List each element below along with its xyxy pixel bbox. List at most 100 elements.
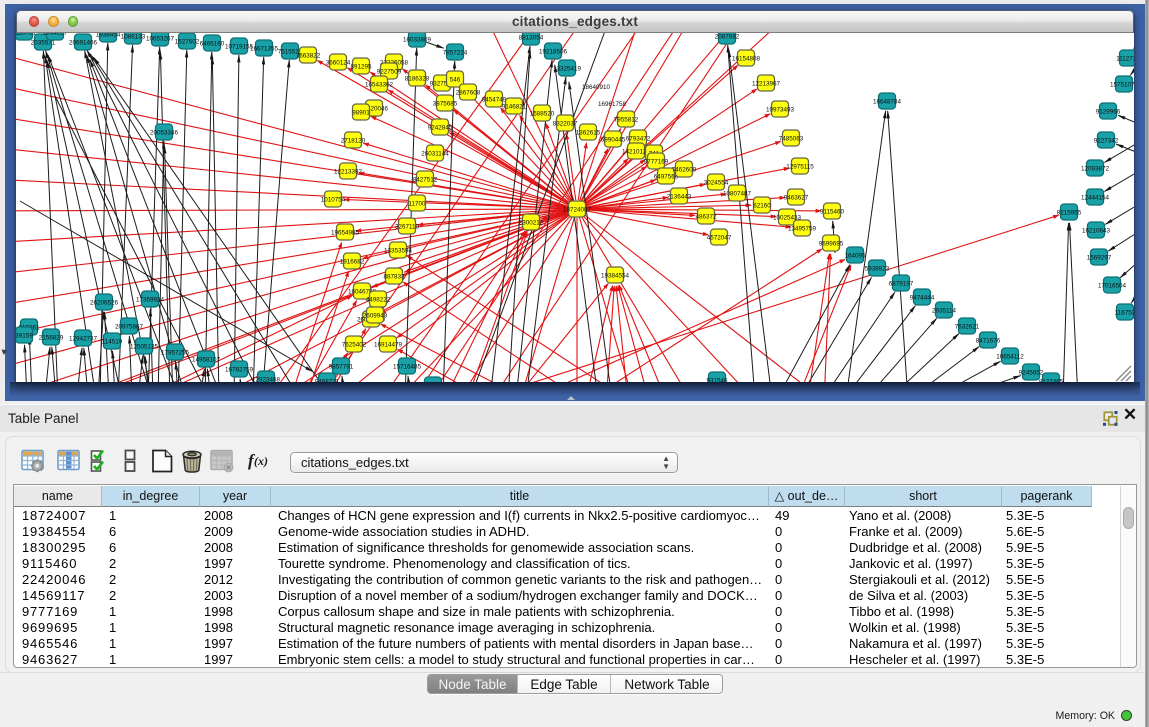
svg-text:26031144: 26031144 bbox=[421, 150, 449, 157]
svg-text:887833: 887833 bbox=[383, 273, 405, 280]
svg-text:26206526: 26206526 bbox=[90, 299, 119, 306]
svg-text:7462609: 7462609 bbox=[672, 166, 697, 173]
svg-text:18640910: 18640910 bbox=[582, 84, 611, 91]
svg-text:2136443: 2136443 bbox=[667, 193, 692, 200]
svg-text:7955812: 7955812 bbox=[614, 116, 639, 123]
svg-text:12444154: 12444154 bbox=[1081, 194, 1110, 201]
svg-text:114519: 114519 bbox=[102, 338, 123, 345]
svg-text:891295: 891295 bbox=[350, 63, 372, 70]
svg-text:1362615: 1362615 bbox=[576, 129, 601, 136]
svg-text:546: 546 bbox=[450, 76, 461, 83]
svg-text:39159: 39159 bbox=[16, 332, 33, 339]
svg-text:16154808: 16154808 bbox=[732, 55, 761, 62]
svg-text:20053346: 20053346 bbox=[150, 129, 179, 136]
svg-text:2609948: 2609948 bbox=[363, 312, 388, 319]
svg-text:2113731: 2113731 bbox=[16, 33, 37, 36]
svg-text:3024554: 3024554 bbox=[704, 179, 729, 186]
svg-text:6879197: 6879197 bbox=[889, 280, 914, 287]
svg-text:12975115: 12975115 bbox=[786, 163, 814, 170]
svg-text:9474444: 9474444 bbox=[910, 294, 935, 301]
svg-text:9857791: 9857791 bbox=[329, 363, 354, 370]
svg-text:17359924: 17359924 bbox=[136, 296, 165, 303]
svg-text:11700: 11700 bbox=[408, 200, 426, 207]
svg-text:1527602: 1527602 bbox=[175, 38, 200, 45]
svg-text:20975867: 20975867 bbox=[115, 323, 144, 330]
svg-text:1588520: 1588520 bbox=[530, 110, 555, 117]
svg-text:2087682: 2087682 bbox=[715, 33, 740, 40]
svg-text:9227342: 9227342 bbox=[1094, 137, 1119, 144]
svg-text:4572047: 4572047 bbox=[707, 234, 732, 241]
svg-text:3875685: 3875685 bbox=[433, 100, 458, 107]
svg-text:8215955: 8215955 bbox=[1057, 209, 1082, 216]
svg-text:16033809: 16033809 bbox=[403, 36, 432, 43]
svg-text:13495759: 13495759 bbox=[788, 225, 817, 232]
svg-text:9245652: 9245652 bbox=[1019, 369, 1044, 376]
svg-text:9242845: 9242845 bbox=[428, 124, 453, 131]
svg-text:98901: 98901 bbox=[352, 109, 370, 116]
svg-text:1112737: 1112737 bbox=[1116, 55, 1134, 62]
svg-text:10807487: 10807487 bbox=[723, 190, 752, 197]
svg-text:19218506: 19218506 bbox=[539, 48, 568, 55]
svg-text:7857224: 7857224 bbox=[443, 49, 468, 56]
svg-text:6466160: 6466160 bbox=[200, 40, 225, 47]
svg-text:8471676: 8471676 bbox=[976, 337, 1001, 344]
svg-text:16782759: 16782759 bbox=[225, 366, 254, 373]
svg-text:6793472: 6793472 bbox=[626, 135, 651, 142]
svg-text:17957255: 17957255 bbox=[161, 349, 190, 356]
svg-text:8427512: 8427512 bbox=[413, 176, 438, 183]
svg-text:1916682: 1916682 bbox=[340, 258, 365, 265]
svg-text:1938454: 1938454 bbox=[96, 33, 121, 38]
svg-text:9777169: 9777169 bbox=[644, 158, 669, 165]
svg-text:12093872: 12093872 bbox=[1081, 165, 1110, 172]
svg-text:9146821: 9146821 bbox=[502, 103, 527, 110]
svg-text:2156829: 2156829 bbox=[39, 334, 64, 341]
svg-text:4498222: 4498222 bbox=[366, 296, 391, 303]
svg-text:12942737: 12942737 bbox=[69, 335, 98, 342]
svg-text:7663822: 7663822 bbox=[296, 52, 321, 59]
svg-text:10973493: 10973493 bbox=[766, 106, 795, 113]
svg-text:62160: 62160 bbox=[753, 202, 771, 209]
svg-text:19384554: 19384554 bbox=[601, 272, 630, 279]
svg-text:12213392: 12213392 bbox=[334, 168, 363, 175]
svg-text:18724007: 18724007 bbox=[563, 206, 592, 213]
svg-text:16671355: 16671355 bbox=[250, 45, 279, 52]
svg-text:10653267: 10653267 bbox=[146, 35, 175, 42]
svg-text:9463627: 9463627 bbox=[784, 194, 809, 201]
svg-text:7485063: 7485063 bbox=[779, 135, 804, 142]
svg-text:9115460: 9115460 bbox=[820, 208, 845, 215]
svg-text:7625402: 7625402 bbox=[342, 341, 367, 348]
svg-text:7632621: 7632621 bbox=[955, 323, 980, 330]
svg-text:16543362: 16543362 bbox=[365, 81, 394, 88]
svg-text:(x): (x) bbox=[254, 454, 268, 468]
svg-text:9129966: 9129966 bbox=[1096, 108, 1121, 115]
svg-text:14958107: 14958107 bbox=[192, 356, 221, 363]
svg-text:8813054: 8813054 bbox=[519, 34, 544, 41]
svg-text:8186328: 8186328 bbox=[405, 75, 430, 82]
svg-text:15716485: 15716485 bbox=[393, 363, 422, 370]
svg-text:6990445: 6990445 bbox=[601, 136, 626, 143]
svg-text:164095: 164095 bbox=[844, 252, 866, 259]
svg-text:1086133: 1086133 bbox=[121, 33, 146, 40]
svg-text:19654985: 19654985 bbox=[331, 229, 360, 236]
svg-text:16648784: 16648784 bbox=[873, 98, 902, 105]
svg-text:2300212: 2300212 bbox=[519, 219, 544, 226]
svg-text:1954227: 1954227 bbox=[43, 33, 68, 36]
svg-text:2718120: 2718120 bbox=[341, 137, 366, 144]
svg-text:16961758: 16961758 bbox=[598, 101, 627, 108]
svg-text:12213967: 12213967 bbox=[752, 80, 781, 87]
svg-text:13353594: 13353594 bbox=[384, 247, 413, 254]
svg-text:2935114: 2935114 bbox=[932, 307, 957, 314]
svg-text:486372: 486372 bbox=[695, 213, 717, 220]
svg-text:8322037: 8322037 bbox=[553, 120, 578, 127]
svg-text:20691406: 20691406 bbox=[69, 39, 98, 46]
svg-text:10654112: 10654112 bbox=[996, 353, 1024, 360]
svg-text:16210643: 16210643 bbox=[1082, 227, 1111, 234]
svg-text:16914479: 16914479 bbox=[374, 341, 403, 348]
svg-text:3660124: 3660124 bbox=[326, 59, 351, 66]
svg-text:15751074: 15751074 bbox=[1110, 81, 1134, 88]
svg-text:17016504: 17016504 bbox=[1098, 282, 1127, 289]
svg-text:9227509: 9227509 bbox=[377, 68, 402, 75]
svg-text:13325419: 13325419 bbox=[553, 65, 582, 72]
svg-text:2867608: 2867608 bbox=[456, 89, 481, 96]
svg-text:1569297: 1569297 bbox=[1087, 254, 1112, 261]
